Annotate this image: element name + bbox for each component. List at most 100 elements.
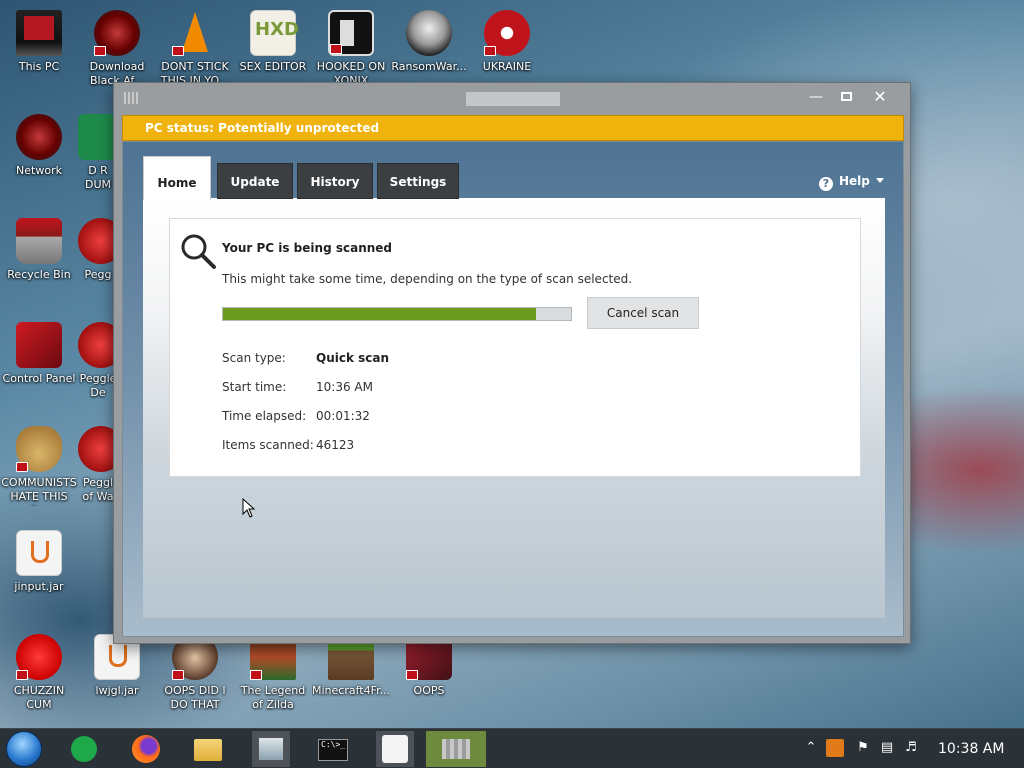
items-scanned-value: 46123 xyxy=(316,438,355,452)
shortcut-badge-icon xyxy=(172,46,184,56)
desktop-icon-label: The Legend of Zilda xyxy=(240,684,306,711)
taskbar-firefox[interactable] xyxy=(128,731,166,767)
desktop-icon-peggl-of-wa[interactable]: Peggl of Wa xyxy=(78,426,118,504)
tab-home[interactable]: Home xyxy=(143,156,211,200)
main-panel: Home Update History Settings ? Help Your … xyxy=(122,141,904,637)
taskbar-command-prompt[interactable]: C:\>_ xyxy=(314,731,352,767)
scan-status-panel: Your PC is being scanned This might take… xyxy=(169,218,861,477)
peggle-icon xyxy=(78,426,118,472)
time-elapsed-label: Time elapsed: xyxy=(222,409,307,423)
taskbar-notes-app[interactable] xyxy=(66,731,104,767)
grid-app-icon xyxy=(442,739,470,759)
taskbar-java[interactable] xyxy=(376,731,414,767)
desktop-icon-label: Network xyxy=(16,164,62,177)
maximize-button[interactable] xyxy=(832,87,860,107)
desktop-icon-communists[interactable]: COMMUNISTS HATE THIS G... xyxy=(0,426,78,506)
desktop-icon-d-r-dum[interactable]: D R DUM xyxy=(78,114,118,192)
items-scanned-label: Items scanned: xyxy=(222,438,314,452)
minimize-button[interactable]: — xyxy=(802,87,830,107)
shortcut-badge-icon xyxy=(250,670,262,680)
cancel-scan-button[interactable]: Cancel scan xyxy=(587,297,699,329)
desktop-icon-label: lwjgl.jar xyxy=(95,684,139,697)
desktop-icon-legend-of-zilda[interactable]: The Legend of Zilda xyxy=(234,634,312,712)
desktop-icon-label: OOPS xyxy=(413,684,445,697)
desktop-icon-sex-editor[interactable]: HXD SEX EDITOR xyxy=(234,10,312,74)
desktop-icon-label: Peggle De xyxy=(79,372,117,399)
tray-app-icon[interactable] xyxy=(826,739,844,757)
start-orb-icon xyxy=(6,731,42,767)
scan-title: Your PC is being scanned xyxy=(222,241,393,255)
scan-progress-fill xyxy=(223,308,537,320)
desktop-icon-jinput-jar[interactable]: jinput.jar xyxy=(0,530,78,594)
desktop-icon-label: Pegg xyxy=(84,268,112,281)
desktop-icon-ransomware[interactable]: RansomWar... xyxy=(390,10,468,74)
start-time-value: 10:36 AM xyxy=(316,380,373,394)
tab-history[interactable]: History xyxy=(297,163,373,199)
shortcut-badge-icon xyxy=(16,462,28,472)
maximize-icon xyxy=(840,92,852,101)
chat-icon xyxy=(71,736,97,762)
desktop-icon-label: SEX EDITOR xyxy=(239,60,307,73)
app-icon xyxy=(78,114,118,160)
desktop-icon-hooked-on-xonix[interactable]: HOOKED ON XONIX xyxy=(312,10,390,88)
start-time-label: Start time: xyxy=(222,380,287,394)
monitor-icon xyxy=(16,10,62,56)
desktop-icon-control-panel[interactable]: Control Panel xyxy=(0,322,78,386)
volume-icon[interactable]: ♬ xyxy=(902,739,920,757)
help-menu[interactable]: ? Help xyxy=(819,174,884,191)
app-icon xyxy=(124,92,138,104)
desktop-icon-this-pc[interactable]: This PC xyxy=(0,10,78,74)
show-hidden-icons-button[interactable]: ⌃ xyxy=(802,739,820,757)
desktop-icon-recycle-bin[interactable]: Recycle Bin xyxy=(0,218,78,282)
scan-progress-bar xyxy=(222,307,572,321)
time-elapsed-value: 00:01:32 xyxy=(316,409,370,423)
speaker-icon: ♬ xyxy=(905,740,917,755)
tab-update[interactable]: Update xyxy=(217,163,293,199)
close-button[interactable]: ✕ xyxy=(866,87,894,107)
shortcut-badge-icon xyxy=(406,670,418,680)
desktop-icon-chuzzin-cum[interactable]: CHUZZIN CUM xyxy=(0,634,78,712)
taskbar-clock[interactable]: 10:38 AM xyxy=(938,741,1004,757)
tab-settings[interactable]: Settings xyxy=(377,163,459,199)
network-icon: ▤ xyxy=(880,740,894,755)
close-icon: ✕ xyxy=(873,87,887,106)
java-icon xyxy=(382,735,408,763)
peggle-icon xyxy=(78,322,118,368)
desktop-icon-pegg[interactable]: Pegg xyxy=(78,218,118,282)
desktop-icon-label: This PC xyxy=(18,60,60,73)
shortcut-badge-icon xyxy=(484,46,496,56)
desktop-icon-network[interactable]: Network xyxy=(0,114,78,178)
desktop-icon-label: UKRAINE xyxy=(482,60,532,73)
start-button[interactable] xyxy=(6,731,44,767)
action-center-icon[interactable]: ⚑ xyxy=(854,739,872,757)
desktop-icon-label: CHUZZIN CUM xyxy=(13,684,65,711)
chevron-down-icon xyxy=(875,178,884,183)
desktop-icon-peggle-de[interactable]: Peggle De xyxy=(78,322,118,400)
desktop-icon-ukraine[interactable]: UKRAINE xyxy=(468,10,546,74)
terminal-icon: C:\>_ xyxy=(318,739,348,761)
shortcut-badge-icon xyxy=(94,46,106,56)
window-title: Windows Defender xyxy=(466,92,560,106)
desktop-icon-dont-stick[interactable]: DONT STICK THIS IN YO... xyxy=(156,10,234,88)
desktop-icon-download-black[interactable]: Download Black Af... xyxy=(78,10,156,88)
help-label: Help xyxy=(839,174,870,188)
defender-icon xyxy=(258,737,284,761)
scan-description: This might take some time, depending on … xyxy=(222,272,633,286)
firefox-icon xyxy=(132,735,160,763)
network-tray-icon[interactable]: ▤ xyxy=(878,739,896,757)
taskbar-app-window[interactable] xyxy=(426,731,486,767)
title-bar[interactable]: Windows Defender — ✕ xyxy=(114,83,910,113)
money-bag-icon xyxy=(16,426,62,472)
taskbar-defender[interactable] xyxy=(252,731,290,767)
desktop-icon-label: Recycle Bin xyxy=(7,268,71,281)
desktop-icon-label: RansomWar... xyxy=(391,60,467,73)
shortcut-badge-icon xyxy=(172,670,184,680)
desktop-icon-label: D R DUM xyxy=(84,164,111,191)
peggle-icon xyxy=(78,218,118,264)
minimize-icon: — xyxy=(809,89,823,105)
help-icon: ? xyxy=(819,177,833,191)
desktop-icon-label: Control Panel xyxy=(2,372,76,385)
desktop-icon-oops-did-i[interactable]: OOPS DID I DO THAT xyxy=(156,634,234,712)
taskbar-file-explorer[interactable] xyxy=(190,731,228,767)
skull-icon xyxy=(406,10,452,56)
